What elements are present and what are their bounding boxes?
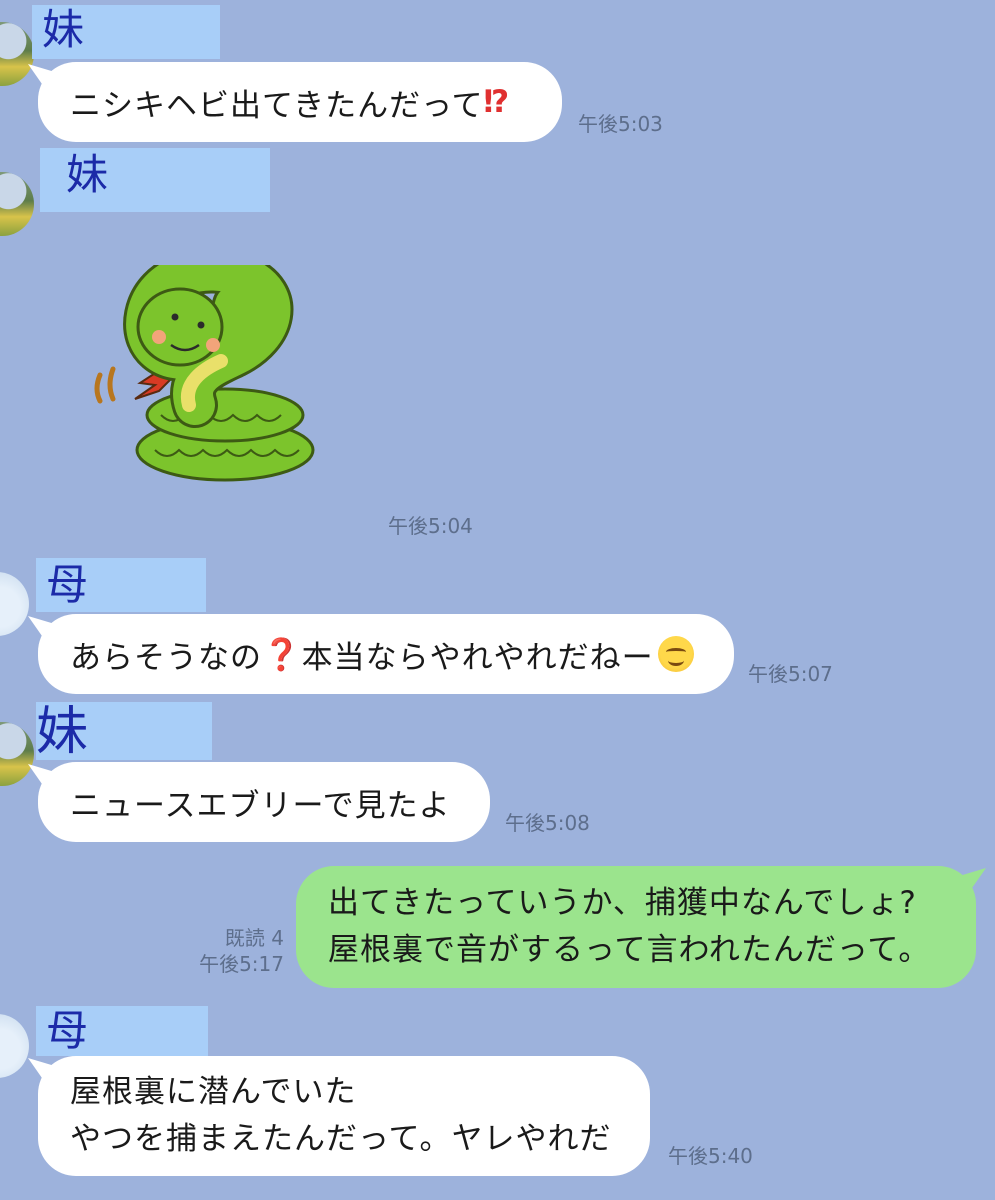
message-text: あらそうなの: [70, 639, 262, 676]
sender-name-label: 妹: [40, 148, 270, 212]
message-line: 屋根裏に潜んでいた: [70, 1074, 357, 1110]
exclamation-question-icon: ⁉: [483, 84, 511, 120]
message-line: 屋根裏で音がするって言われたんだって。: [328, 932, 931, 968]
message-time: 午後5:17: [199, 952, 284, 976]
message-text: ニシキヘビ出てきたんだって: [70, 87, 484, 124]
message-time: 午後5:07: [748, 662, 833, 686]
sender-name-label: 妹: [36, 702, 212, 760]
sender-name-label: 妹: [32, 5, 220, 59]
snake-sticker[interactable]: [85, 265, 320, 490]
message-bubble[interactable]: ニュースエブリーで見たよ: [38, 762, 490, 842]
message-time: 午後5:40: [668, 1144, 753, 1168]
avatar[interactable]: [0, 722, 34, 786]
read-receipt: 既読 4 午後5:17: [190, 925, 284, 977]
message-bubble[interactable]: 屋根裏に潜んでいた やつを捕まえたんだって。ヤレやれだ: [38, 1056, 650, 1176]
message-text: 本当ならやれやれだねー: [301, 639, 654, 676]
my-message-bubble[interactable]: 出てきたっていうか、捕獲中なんでしょ? 屋根裏で音がするって言われたんだって。: [296, 866, 976, 988]
avatar[interactable]: [0, 22, 34, 86]
smiling-face-icon: [657, 636, 694, 672]
message-time: 午後5:04: [388, 514, 473, 538]
message-line: 出てきたっていうか、捕獲中なんでしょ?: [328, 885, 917, 921]
chat-area[interactable]: 妹 ニシキヘビ出てきたんだって ⁉ 午後5:03 妹 午後5:04 母 あらそうな…: [0, 0, 995, 1200]
message-bubble[interactable]: あらそうなの ❓ 本当ならやれやれだねー: [38, 614, 734, 694]
read-count: 既読 4: [224, 926, 284, 950]
sender-name-label: 母: [36, 558, 206, 612]
message-time: 午後5:08: [505, 811, 590, 835]
avatar[interactable]: [0, 572, 29, 636]
sender-name-label: 母: [36, 1006, 208, 1056]
message-time: 午後5:03: [578, 112, 663, 136]
message-text: ニュースエブリーで見たよ: [70, 787, 451, 824]
avatar[interactable]: [0, 172, 34, 236]
message-bubble[interactable]: ニシキヘビ出てきたんだって ⁉: [38, 62, 562, 142]
red-question-icon: ❓: [262, 636, 302, 673]
avatar[interactable]: [0, 1014, 29, 1078]
message-line: やつを捕まえたんだって。ヤレやれだ: [70, 1121, 612, 1157]
